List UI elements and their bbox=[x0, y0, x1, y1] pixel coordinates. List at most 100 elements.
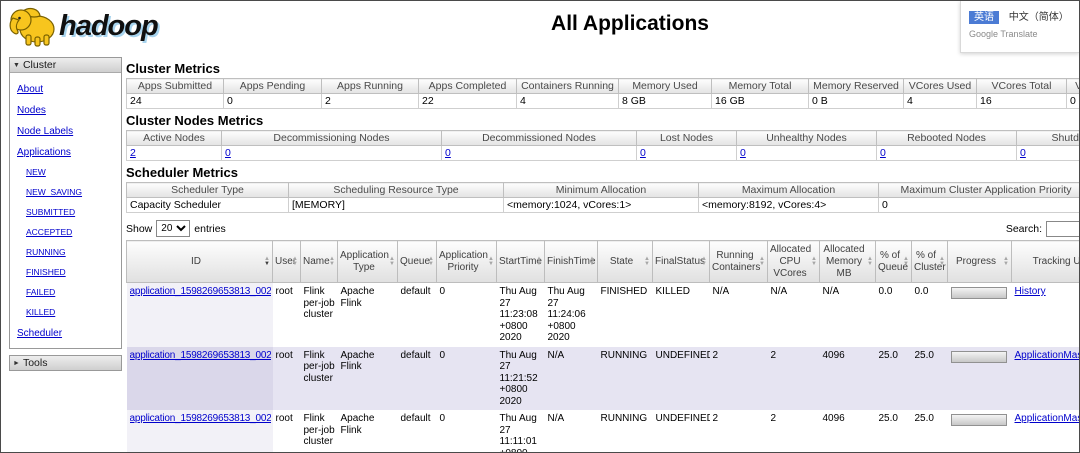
scheduler-metrics-title: Scheduler Metrics bbox=[126, 165, 238, 180]
progress-bar bbox=[950, 287, 1007, 299]
column-header-running-containers[interactable]: Running Containers bbox=[709, 240, 768, 283]
column-header-allocated-memory-mb[interactable]: Allocated Memory MB bbox=[819, 240, 876, 283]
sort-icon bbox=[811, 257, 817, 267]
column-header-application-priority[interactable]: Application Priority bbox=[436, 240, 497, 283]
entries-label: entries bbox=[194, 222, 226, 235]
column-header-containers-running: Containers Running bbox=[516, 78, 619, 94]
shutdown-nodes-link[interactable]: 0 bbox=[1020, 147, 1026, 159]
column-header-start-time[interactable]: StartTime bbox=[496, 240, 545, 283]
column-header-id[interactable]: ID bbox=[126, 240, 273, 283]
sidebar-item-nodes[interactable]: Nodes bbox=[17, 105, 46, 116]
tools-section-header[interactable]: Tools bbox=[10, 356, 121, 370]
rebooted-nodes-link[interactable]: 0 bbox=[880, 147, 886, 159]
sort-icon bbox=[589, 257, 595, 267]
cell-id: application_1598269653813_0023 bbox=[126, 346, 273, 410]
cell-start-time: Thu Aug 27 11:21:52 +0800 2020 bbox=[499, 349, 538, 407]
tracking-ui-link[interactable]: History bbox=[1015, 286, 1046, 297]
search-control: Search: bbox=[1005, 220, 1079, 237]
column-header-memory-total: Memory Total bbox=[711, 78, 809, 94]
column-header-name[interactable]: Name bbox=[300, 240, 338, 283]
sidebar-item-applications[interactable]: Applications bbox=[17, 147, 71, 158]
column-header-progress[interactable]: Progress bbox=[947, 240, 1012, 283]
table-row: Capacity Scheduler [MEMORY] <memory:1024… bbox=[126, 197, 1079, 213]
column-header-apps-submitted: Apps Submitted bbox=[126, 78, 224, 94]
column-header-queue[interactable]: Queue bbox=[397, 240, 437, 283]
column-header-unhealthy-nodes: Unhealthy Nodes bbox=[736, 130, 877, 146]
sidebar-item-scheduler[interactable]: Scheduler bbox=[17, 328, 62, 339]
cell-finish-time: N/A bbox=[547, 413, 565, 424]
cell-progress bbox=[948, 410, 1012, 452]
column-header-pct-of-cluster[interactable]: % of Cluster bbox=[911, 240, 948, 283]
search-input[interactable] bbox=[1046, 220, 1079, 237]
sidebar-item-state-new[interactable]: NEW bbox=[26, 167, 46, 177]
column-header-apps-pending: Apps Pending bbox=[223, 78, 322, 94]
column-header-state[interactable]: State bbox=[597, 240, 653, 283]
metric-memory-used: 8 GB bbox=[618, 93, 712, 109]
metric-memory-reserved: 0 B bbox=[808, 93, 904, 109]
sidebar-item-state-failed[interactable]: FAILED bbox=[26, 287, 55, 297]
cell-allocated-memory-mb: 4096 bbox=[822, 413, 845, 424]
cell-queue: default bbox=[400, 286, 431, 297]
column-header-decommissioned-nodes: Decommissioned Nodes bbox=[441, 130, 637, 146]
hadoop-logo-text: hadoop bbox=[59, 9, 159, 42]
sidebar-item-state-submitted[interactable]: SUBMITTED bbox=[26, 207, 75, 217]
decommissioning-nodes-link[interactable]: 0 bbox=[225, 147, 231, 159]
sort-icon bbox=[389, 257, 395, 267]
application-id-link[interactable]: application_1598269653813_0023 bbox=[130, 350, 271, 362]
cell-application-type: Apache Flink bbox=[340, 286, 375, 309]
page-size-select[interactable]: 20 bbox=[156, 220, 191, 237]
cell-pct-of-queue: 25.0 bbox=[878, 413, 898, 424]
yarn-all-applications-page: hadoop All Applications 英语 中文（简体） Google… bbox=[0, 0, 1080, 453]
column-header-maximum-cluster-application-priority: Maximum Cluster Application Priority bbox=[878, 182, 1079, 198]
column-header-pct-of-queue[interactable]: % of Queue bbox=[875, 240, 912, 283]
google-translate-widget: 英语 中文（简体） Google Translate bbox=[960, 1, 1079, 53]
column-header-active-nodes: Active Nodes bbox=[126, 130, 222, 146]
tracking-ui-link[interactable]: ApplicationMaster bbox=[1015, 413, 1080, 424]
table-header-row: Apps Submitted Apps Pending Apps Running… bbox=[126, 78, 1079, 94]
cell-name: Flink per-job cluster bbox=[303, 349, 335, 384]
column-header-tracking-ui[interactable]: Tracking UI bbox=[1011, 240, 1079, 283]
unhealthy-nodes-link[interactable]: 0 bbox=[740, 147, 746, 159]
lost-nodes-link[interactable]: 0 bbox=[640, 147, 646, 159]
search-label: Search: bbox=[1005, 222, 1042, 235]
application-id-link[interactable]: application_1598269653813_0022 bbox=[130, 413, 271, 425]
cell-application-type: Apache Flink bbox=[340, 349, 375, 373]
sidebar-section-cluster: Cluster About Nodes Node Labels Applicat… bbox=[9, 57, 122, 349]
page-header: hadoop All Applications 英语 中文（简体） Google… bbox=[1, 1, 1079, 55]
application-id-link[interactable]: application_1598269653813_0024 bbox=[130, 286, 271, 298]
cluster-section-header[interactable]: Cluster bbox=[10, 58, 121, 73]
decommissioned-nodes-link[interactable]: 0 bbox=[445, 147, 451, 159]
cell-pct-of-queue: 25.0 bbox=[878, 349, 898, 361]
translate-language-selected[interactable]: 英语 bbox=[969, 11, 999, 24]
show-label: Show bbox=[126, 222, 153, 235]
progress-bar bbox=[950, 414, 1007, 426]
tracking-ui-link[interactable]: ApplicationMaster bbox=[1015, 350, 1080, 361]
column-header-finish-time[interactable]: FinishTime bbox=[544, 240, 598, 283]
cell-id: application_1598269653813_0024 bbox=[126, 282, 273, 347]
translate-language-other[interactable]: 中文（简体） bbox=[1009, 12, 1069, 23]
sidebar-section-tools: Tools bbox=[9, 355, 122, 371]
sidebar-item-state-finished[interactable]: FINISHED bbox=[26, 267, 66, 277]
metric-containers-running: 4 bbox=[516, 93, 619, 109]
sidebar-item-state-killed[interactable]: KILLED bbox=[26, 307, 55, 317]
metric-maximum-allocation: <memory:8192, vCores:4> bbox=[698, 197, 879, 213]
active-nodes-link[interactable]: 2 bbox=[130, 147, 136, 159]
sidebar-item-about[interactable]: About bbox=[17, 84, 43, 95]
cell-priority: 0 bbox=[439, 413, 446, 424]
metric-apps-submitted: 24 bbox=[126, 93, 224, 109]
column-header-application-type[interactable]: Application Type bbox=[337, 240, 398, 283]
column-header-user[interactable]: User bbox=[272, 240, 301, 283]
sidebar-item-node-labels[interactable]: Node Labels bbox=[17, 126, 73, 137]
cell-running-containers: 2 bbox=[712, 349, 719, 361]
column-header-final-status[interactable]: FinalStatus bbox=[652, 240, 710, 283]
sidebar-item-state-accepted[interactable]: ACCEPTED bbox=[26, 227, 72, 237]
applications-table: ID User Name Application Type Queue Appl… bbox=[126, 240, 1080, 452]
cluster-section-title: Cluster bbox=[22, 59, 57, 71]
table-header-row: Active Nodes Decommissioning Nodes Decom… bbox=[126, 130, 1079, 146]
sidebar-item-state-new-saving[interactable]: NEW_SAVING bbox=[26, 187, 82, 197]
metric-scheduling-resource-type: [MEMORY] bbox=[288, 197, 504, 213]
sidebar-item-state-running[interactable]: RUNNING bbox=[26, 247, 66, 257]
tools-section-title: Tools bbox=[22, 357, 48, 369]
sort-icon bbox=[644, 257, 650, 267]
column-header-allocated-cpu-vcores[interactable]: Allocated CPU VCores bbox=[767, 240, 820, 283]
